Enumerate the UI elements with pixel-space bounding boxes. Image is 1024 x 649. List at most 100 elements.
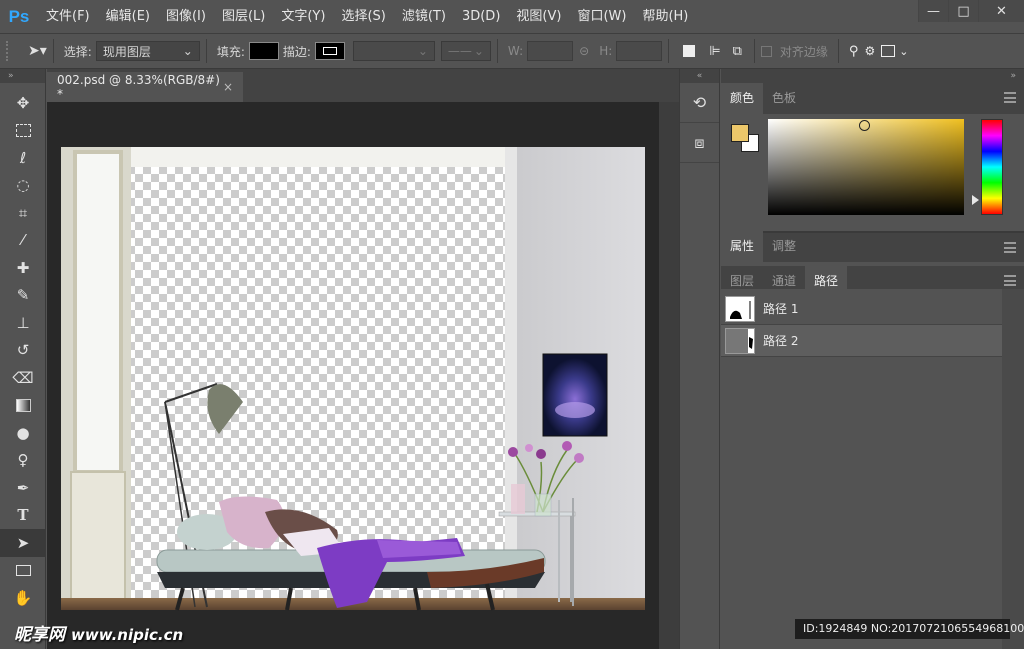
collapsed-panel-dock: « ⟲ ⧈ (679, 69, 720, 649)
menu-filter[interactable]: 滤镜(T) (394, 0, 454, 33)
dodge-tool-icon[interactable]: ♀ (0, 447, 46, 475)
path-arrangement-icon[interactable]: ⧉ (733, 44, 742, 59)
path-name: 路径 1 (763, 302, 799, 316)
color-picker-cursor[interactable] (859, 120, 870, 131)
collapse-icon[interactable]: « (680, 69, 719, 83)
menu-view[interactable]: 视图(V) (508, 0, 569, 33)
align-edges-label: 对齐边缘 (779, 44, 828, 59)
history-brush-tool-icon[interactable]: ↺ (0, 337, 46, 365)
path-alignment-icon[interactable]: ⊫ (709, 44, 720, 59)
options-bar: ➤▾ 选择: 现用图层 ⌄ 填充: 描边: ⌄ —— ⌄ W: ⊝ H: ⊫ ⧉ … (0, 33, 1024, 69)
vertical-scrollbar[interactable] (659, 102, 679, 649)
path-selection-tool-icon[interactable]: ➤▾ (28, 43, 47, 59)
pen-tool-icon[interactable]: ✒ (0, 474, 46, 502)
stroke-width-dropdown[interactable]: ⌄ (352, 41, 435, 61)
type-tool-icon[interactable]: T (0, 502, 46, 530)
eyedropper-tool-icon[interactable]: ⁄ (0, 227, 46, 255)
settings-icon[interactable]: ⚙ (864, 44, 875, 58)
paths-scrollbar[interactable] (1002, 289, 1024, 649)
path-row-2[interactable]: 路径 2 (721, 325, 1002, 357)
brush-tool-icon[interactable]: ✎ (0, 282, 46, 310)
chevron-down-icon[interactable]: ⌄ (899, 45, 908, 58)
tab-adjustments[interactable]: 调整 (763, 231, 805, 262)
menu-select[interactable]: 选择(S) (333, 0, 393, 33)
rectangle-tool-icon[interactable] (0, 557, 46, 585)
hue-slider[interactable] (981, 119, 1003, 215)
align-edges-checkbox[interactable] (760, 45, 772, 57)
chevron-down-icon: ⌄ (417, 44, 428, 58)
menu-help[interactable]: 帮助(H) (634, 0, 696, 33)
canvas-area[interactable] (47, 102, 659, 649)
blur-tool-icon[interactable]: ● (0, 419, 46, 447)
quick-selection-tool-icon[interactable]: ◌ (0, 172, 46, 200)
width-input[interactable] (527, 41, 574, 61)
history-panel-icon[interactable]: ⟲ (680, 83, 719, 123)
menu-type[interactable]: 文字(Y) (273, 0, 333, 33)
menu-window[interactable]: 窗口(W) (569, 0, 634, 33)
clone-stamp-tool-icon[interactable]: ⊥ (0, 309, 46, 337)
document-canvas[interactable] (47, 102, 659, 649)
marquee-tool-icon[interactable] (0, 117, 46, 145)
menu-3d[interactable]: 3D(D) (454, 0, 508, 33)
wall-painting (542, 353, 608, 437)
lasso-tool-icon[interactable]: ℓ (0, 144, 46, 172)
pink-vase (511, 484, 525, 514)
collapse-icon[interactable]: » (0, 69, 45, 83)
close-icon[interactable]: × (223, 80, 233, 94)
move-tool-icon[interactable]: ✥ (0, 89, 46, 117)
search-icon[interactable]: ⚲ (849, 44, 859, 59)
workspace-icon[interactable] (881, 45, 896, 57)
path-name: 路径 2 (763, 334, 799, 348)
tab-swatches[interactable]: 色板 (763, 83, 805, 114)
document-tab-bar: 002.psd @ 8.33%(RGB/8#) * × (47, 69, 679, 102)
panel-menu-icon[interactable] (1004, 92, 1016, 103)
expand-icon[interactable]: » (721, 69, 1024, 83)
close-button[interactable]: ✕ (978, 0, 1024, 22)
stroke-swatch[interactable] (314, 42, 345, 60)
path-operations-icon[interactable] (683, 45, 696, 57)
foreground-color-swatch[interactable] (731, 124, 749, 142)
menu-edit[interactable]: 编辑(E) (98, 0, 158, 33)
tab-properties[interactable]: 属性 (721, 231, 764, 262)
photoshop-logo: Ps (8, 6, 30, 26)
window-controls: — □ ✕ (918, 0, 1024, 22)
path-row-1[interactable]: 路径 1 (721, 293, 1002, 325)
path-shape-icon (730, 300, 751, 319)
restore-button[interactable]: □ (948, 0, 978, 22)
menu-layer[interactable]: 图层(L) (214, 0, 273, 33)
healing-brush-tool-icon[interactable]: ✚ (0, 254, 46, 282)
link-icon[interactable]: ⊝ (579, 44, 589, 58)
menu-image[interactable]: 图像(I) (158, 0, 214, 33)
select-dropdown[interactable]: 现用图层 ⌄ (95, 41, 200, 61)
panel-menu-icon[interactable] (1004, 242, 1016, 253)
stroke-type-dropdown[interactable]: —— ⌄ (440, 41, 491, 61)
hand-tool-icon[interactable]: ✋ (0, 584, 46, 612)
properties-panel-icon[interactable]: ⧈ (680, 123, 719, 163)
divider (753, 39, 755, 63)
color-panel (721, 114, 1024, 231)
menu-file[interactable]: 文件(F) (38, 0, 98, 33)
panel-menu-icon[interactable] (1004, 275, 1016, 286)
tab-color[interactable]: 颜色 (721, 83, 764, 114)
window (73, 150, 123, 474)
crop-tool-icon[interactable]: ⌗ (0, 199, 46, 227)
stroke-label: 描边: (282, 44, 311, 59)
options-grip[interactable] (6, 41, 20, 61)
eraser-tool-icon[interactable]: ⌫ (0, 364, 46, 392)
path-thumbnail (725, 295, 755, 322)
height-input[interactable] (616, 41, 663, 61)
hue-marker-icon[interactable] (972, 195, 979, 205)
path-selection-tool-icon[interactable]: ➤ (0, 529, 46, 557)
path-thumbnail (725, 327, 755, 354)
line-icon: —— (447, 44, 472, 58)
width-label: W: (507, 44, 524, 58)
gradient-tool-icon[interactable] (0, 392, 46, 420)
divider (837, 39, 839, 63)
stroke-icon (322, 47, 337, 55)
watermark: 昵享网 www.nipic.cn (14, 620, 183, 645)
chevron-down-icon: ⌄ (182, 44, 193, 58)
minimize-button[interactable]: — (918, 0, 948, 22)
color-field[interactable] (768, 119, 964, 215)
fill-swatch[interactable] (248, 42, 279, 60)
document-tab[interactable]: 002.psd @ 8.33%(RGB/8#) * × (47, 72, 243, 102)
